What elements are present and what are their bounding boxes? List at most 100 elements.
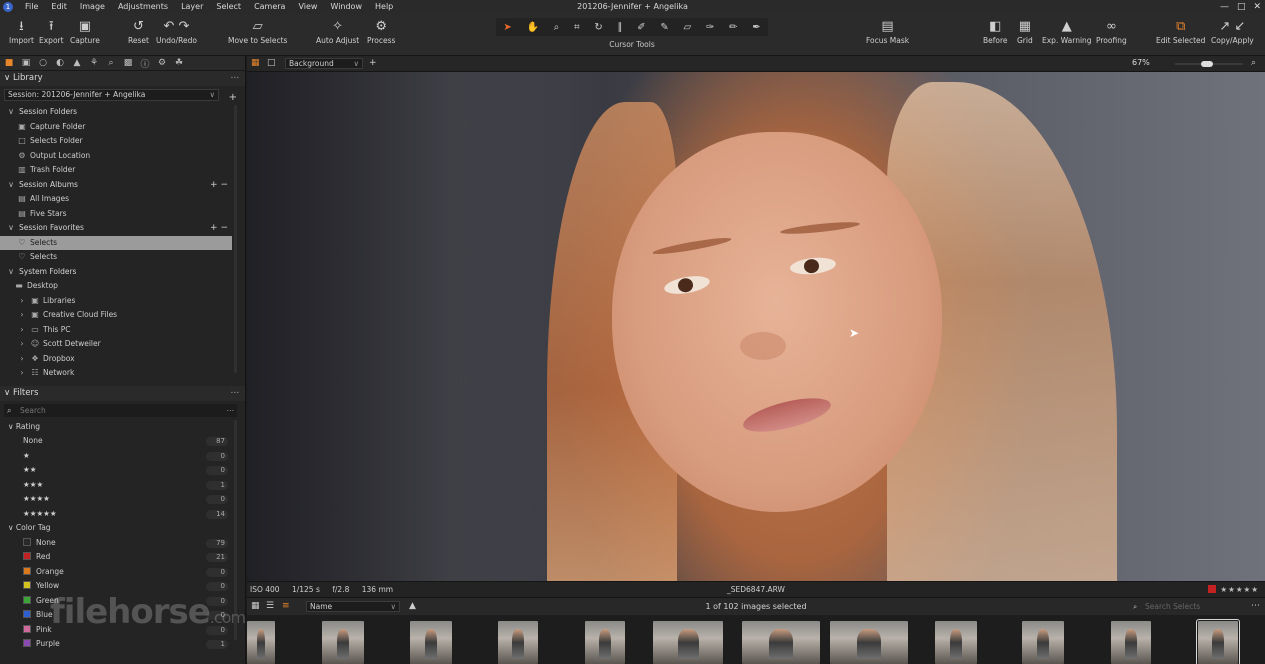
capture-button[interactable]: ▣ Capture	[70, 18, 100, 46]
more-icon[interactable]: ⋯	[231, 71, 240, 86]
tree-item-five-stars[interactable]: ▤ Five Stars	[0, 207, 232, 222]
color-tag-none[interactable]: None 79	[0, 536, 232, 551]
rating-2-star[interactable]: ★★ 0	[0, 463, 232, 478]
import-button[interactable]: ⭳ Import	[9, 18, 34, 46]
thumbnail[interactable]	[742, 621, 820, 664]
menu-file[interactable]: File	[19, 0, 45, 14]
menu-adjustments[interactable]: Adjustments	[112, 0, 175, 14]
menu-window[interactable]: Window	[324, 0, 369, 14]
color-tag-orange[interactable]: Orange 0	[0, 565, 232, 580]
details-tab-icon[interactable]: ⌕	[105, 58, 117, 68]
menu-camera[interactable]: Camera	[248, 0, 292, 14]
more-icon[interactable]: ⋯	[227, 404, 235, 417]
session-albums-group[interactable]: ∨ Session Albums + −	[0, 178, 232, 193]
tree-item-user[interactable]: › ☺ Scott Detweiler	[0, 337, 232, 352]
more-icon[interactable]: ⋯	[1251, 601, 1260, 611]
sort-dropdown[interactable]: Name ∨	[306, 601, 400, 612]
output-tab-icon[interactable]: ⚙	[156, 58, 168, 68]
thumbnail[interactable]	[1111, 621, 1151, 664]
thumbnail-selected[interactable]	[1196, 619, 1240, 664]
auto-adjust-button[interactable]: ✧ Auto Adjust	[316, 18, 359, 46]
menu-edit[interactable]: Edit	[45, 0, 74, 14]
picker-icon[interactable]: ✐	[637, 22, 645, 33]
rating-stars[interactable]: ★★★★★	[1208, 582, 1259, 598]
thumbnail[interactable]	[498, 621, 538, 664]
album-tools[interactable]: + −	[210, 178, 228, 193]
tree-item-creative-cloud[interactable]: › ▣ Creative Cloud Files	[0, 308, 232, 323]
menu-image[interactable]: Image	[74, 0, 112, 14]
undo-redo-button[interactable]: ↶ ↷ Undo/Redo	[156, 18, 197, 46]
sort-direction-icon[interactable]: ▲	[409, 601, 416, 611]
eraser-icon[interactable]: ▱	[684, 22, 692, 33]
thumbnail[interactable]	[585, 621, 625, 664]
proofing-button[interactable]: ∞ Proofing	[1096, 18, 1127, 46]
adjustments-tab-icon[interactable]: ▩	[122, 58, 134, 68]
maximize-button[interactable]: □	[1237, 0, 1246, 14]
menu-view[interactable]: View	[292, 0, 324, 14]
copy-apply-button[interactable]: ↗ ↙ Copy/Apply	[1211, 18, 1254, 46]
rating-1-star[interactable]: ★ 0	[0, 449, 232, 464]
before-button[interactable]: ◧ Before	[983, 18, 1008, 46]
background-dropdown[interactable]: Background ∨	[285, 58, 363, 69]
tree-item-this-pc[interactable]: › ▭ This PC	[0, 323, 232, 338]
color-tag-purple[interactable]: Purple 1	[0, 637, 232, 652]
rotate-icon[interactable]: ↻	[594, 22, 602, 33]
process-button[interactable]: ⚙ Process	[367, 18, 395, 46]
zoom-slider[interactable]	[1175, 61, 1243, 67]
exposure-tab-icon[interactable]: ▲	[71, 58, 83, 68]
focus-mask-button[interactable]: ▤ Focus Mask	[866, 18, 909, 46]
thumbnail[interactable]	[247, 621, 275, 664]
single-view-icon[interactable]: □	[267, 58, 276, 68]
move-to-selects-button[interactable]: ▱ Move to Selects	[228, 18, 287, 46]
clone-icon[interactable]: ✏	[729, 22, 737, 33]
zoom-search-icon[interactable]: ⌕	[1251, 58, 1256, 68]
styles-tab-icon[interactable]: ⚘	[88, 58, 100, 68]
annotate-icon[interactable]: ✒	[752, 22, 760, 33]
metadata-tab-icon[interactable]: ⓘ	[139, 57, 151, 70]
tree-item-capture-folder[interactable]: ▣ Capture Folder	[0, 120, 232, 135]
library-scrollbar[interactable]	[234, 105, 237, 373]
rating-4-star[interactable]: ★★★★ 0	[0, 492, 232, 507]
heal-icon[interactable]: ✑	[706, 22, 714, 33]
more-icon[interactable]: ⋯	[231, 386, 240, 401]
edit-selected-button[interactable]: ⧉ Edit Selected	[1156, 18, 1205, 46]
select-cursor-icon[interactable]: ➤	[503, 22, 511, 33]
tree-item-network[interactable]: › ☷ Network	[0, 366, 232, 381]
zoom-slider-knob[interactable]	[1201, 61, 1213, 67]
red-color-tag[interactable]	[1208, 585, 1217, 593]
tree-item-libraries[interactable]: › ▣ Libraries	[0, 294, 232, 309]
library-header[interactable]: ∨ Library ⋯	[0, 71, 245, 86]
capture-tab-icon[interactable]: ▣	[20, 58, 32, 68]
filters-header[interactable]: ∨ Filters ⋯	[0, 385, 245, 401]
keystone-icon[interactable]: ∥	[618, 22, 623, 33]
lens-tab-icon[interactable]: ○	[37, 58, 49, 68]
minimize-button[interactable]: —	[1220, 0, 1229, 14]
tree-item-selects-favorite-2[interactable]: ♡ Selects	[0, 250, 232, 265]
tree-item-dropbox[interactable]: › ❖ Dropbox	[0, 352, 232, 367]
filmstrip-view-icon[interactable]: ≡	[282, 601, 290, 611]
thumbnail[interactable]	[322, 621, 364, 664]
tree-item-trash-folder[interactable]: ▥ Trash Folder	[0, 163, 232, 178]
multi-view-icon[interactable]: ▦	[251, 58, 260, 68]
add-session-button[interactable]: +	[229, 92, 237, 103]
tree-item-selects-favorite[interactable]: ♡ Selects	[0, 235, 232, 250]
brush-icon[interactable]: ✎	[660, 22, 668, 33]
thumbnail[interactable]	[653, 621, 723, 664]
rating-group[interactable]: ∨ Rating	[0, 420, 232, 435]
thumbnail[interactable]	[410, 621, 452, 664]
grid-view-icon[interactable]: ▦	[251, 601, 260, 611]
rating-5-star[interactable]: ★★★★★ 14	[0, 507, 232, 522]
session-dropdown[interactable]: Session: 201206-Jennifer + Angelika ∨	[4, 89, 219, 101]
main-image-viewer[interactable]: ➤	[247, 72, 1265, 581]
tree-item-output-location[interactable]: ⚙ Output Location	[0, 149, 232, 164]
session-folders-group[interactable]: ∨ Session Folders	[0, 105, 232, 120]
menu-select[interactable]: Select	[210, 0, 248, 14]
tree-item-all-images[interactable]: ▤ All Images	[0, 192, 232, 207]
favorites-tools[interactable]: + −	[210, 221, 228, 236]
filters-search-input[interactable]: ⌕ Search ⋯	[4, 403, 237, 417]
tree-item-desktop[interactable]: ▬ Desktop	[0, 279, 232, 294]
color-tag-red[interactable]: Red 21	[0, 550, 232, 565]
menu-help[interactable]: Help	[369, 0, 400, 14]
color-tab-icon[interactable]: ◐	[54, 58, 66, 68]
library-tab-icon[interactable]: ■	[3, 58, 15, 68]
